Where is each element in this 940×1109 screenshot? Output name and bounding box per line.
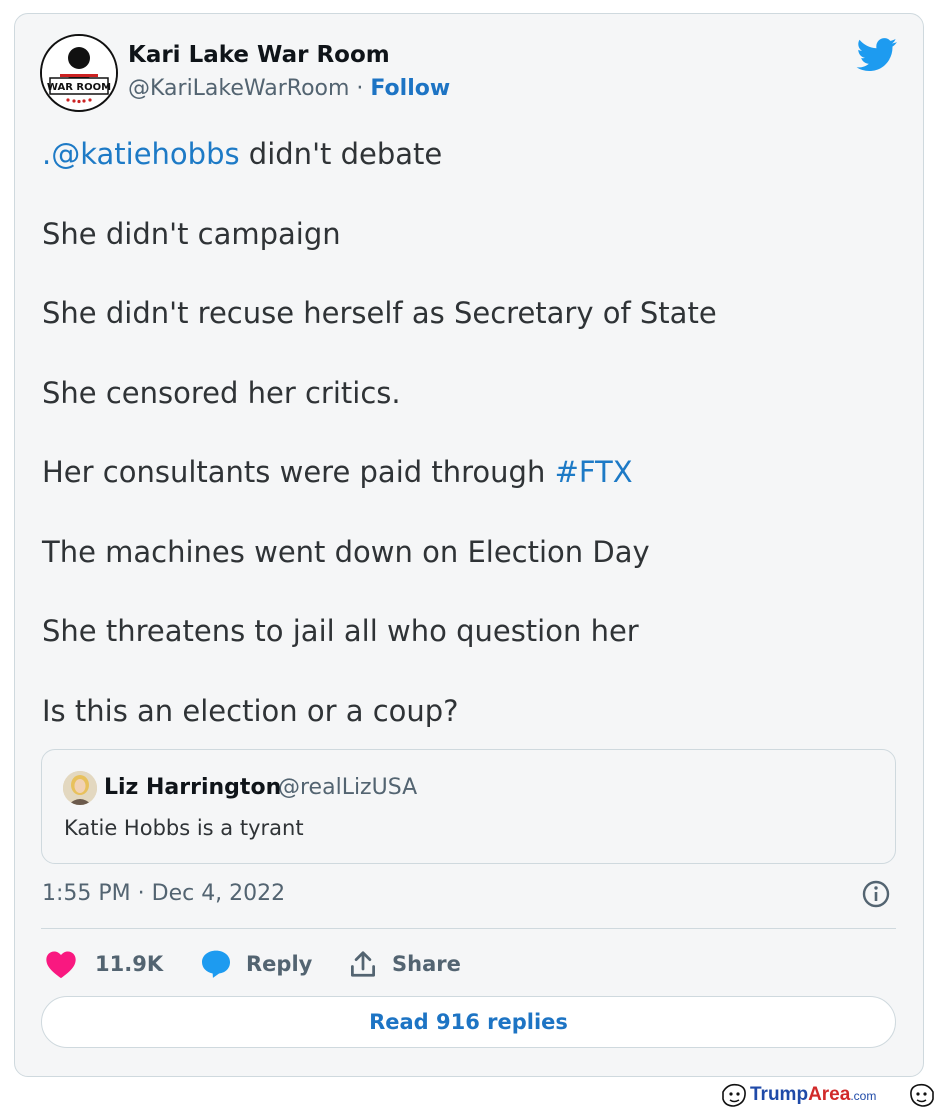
watermark-part-com: .com bbox=[850, 1089, 877, 1103]
trumparea-watermark: TrumpArea.com bbox=[720, 1082, 938, 1108]
quoted-author-avatar[interactable] bbox=[63, 771, 97, 805]
reply-button[interactable]: Reply bbox=[200, 946, 312, 982]
author-meta: @KariLakeWarRoom · Follow bbox=[128, 76, 450, 101]
svg-text:WAR ROOM: WAR ROOM bbox=[47, 82, 111, 93]
tweet-line-1-text: didn't debate bbox=[239, 137, 443, 171]
tweet-line-2: She didn't campaign bbox=[42, 217, 341, 251]
watermark-part-trump: Trump bbox=[750, 1084, 809, 1105]
tweet-line-4: She censored her critics. bbox=[42, 376, 401, 410]
heart-icon bbox=[46, 951, 76, 979]
like-count: 11.9K bbox=[95, 952, 164, 976]
author-name[interactable]: Kari Lake War Room bbox=[128, 42, 390, 68]
watermark-text: TrumpArea.com bbox=[750, 1084, 876, 1106]
quoted-tweet-text: Katie Hobbs is a tyrant bbox=[64, 816, 304, 840]
quoted-avatar-portrait-icon bbox=[63, 771, 97, 805]
caricature-face-right-icon bbox=[910, 1083, 934, 1107]
reply-label: Reply bbox=[246, 952, 313, 976]
watermark-part-area: Area bbox=[808, 1084, 851, 1105]
read-replies-button[interactable]: Read 916 replies bbox=[41, 996, 896, 1048]
caricature-face-left-icon bbox=[722, 1083, 746, 1107]
share-label: Share bbox=[392, 952, 461, 976]
share-upload-icon bbox=[351, 951, 375, 977]
share-button[interactable]: Share bbox=[348, 946, 461, 982]
tweet-line-8: Is this an election or a coup? bbox=[42, 694, 459, 728]
info-icon[interactable] bbox=[861, 879, 891, 909]
tweet-timestamp[interactable]: 1:55 PM · Dec 4, 2022 bbox=[42, 881, 285, 906]
quoted-author-handle[interactable]: @realLizUSA bbox=[278, 775, 417, 800]
follow-button[interactable]: Follow bbox=[370, 76, 450, 101]
hashtag-link-ftx[interactable]: #FTX bbox=[555, 455, 633, 489]
war-room-logo-icon: WAR ROOM bbox=[42, 36, 116, 110]
tweet-line-7: She threatens to jail all who question h… bbox=[42, 614, 639, 648]
twitter-bird-icon[interactable] bbox=[856, 38, 898, 72]
mention-link-katiehobbs[interactable]: .@katiehobbs bbox=[42, 137, 240, 171]
tweet-line-1: .@katiehobbs didn't debate bbox=[42, 137, 442, 171]
reply-bubble-icon bbox=[202, 950, 230, 978]
tweet-line-5-text: Her consultants were paid through bbox=[42, 455, 555, 489]
tweet-line-6: The machines went down on Election Day bbox=[42, 535, 650, 569]
author-avatar[interactable]: WAR ROOM bbox=[40, 34, 118, 112]
tweet-line-5: Her consultants were paid through #FTX bbox=[42, 455, 633, 489]
meta-separator: · bbox=[349, 76, 371, 101]
tweet-line-3: She didn't recuse herself as Secretary o… bbox=[42, 296, 717, 330]
like-button[interactable]: 11.9K bbox=[45, 946, 163, 982]
quoted-author-name[interactable]: Liz Harrington bbox=[104, 775, 281, 800]
author-handle[interactable]: @KariLakeWarRoom bbox=[128, 76, 349, 101]
quoted-tweet[interactable]: Liz Harrington @realLizUSA Katie Hobbs i… bbox=[41, 749, 896, 864]
divider bbox=[41, 928, 896, 929]
